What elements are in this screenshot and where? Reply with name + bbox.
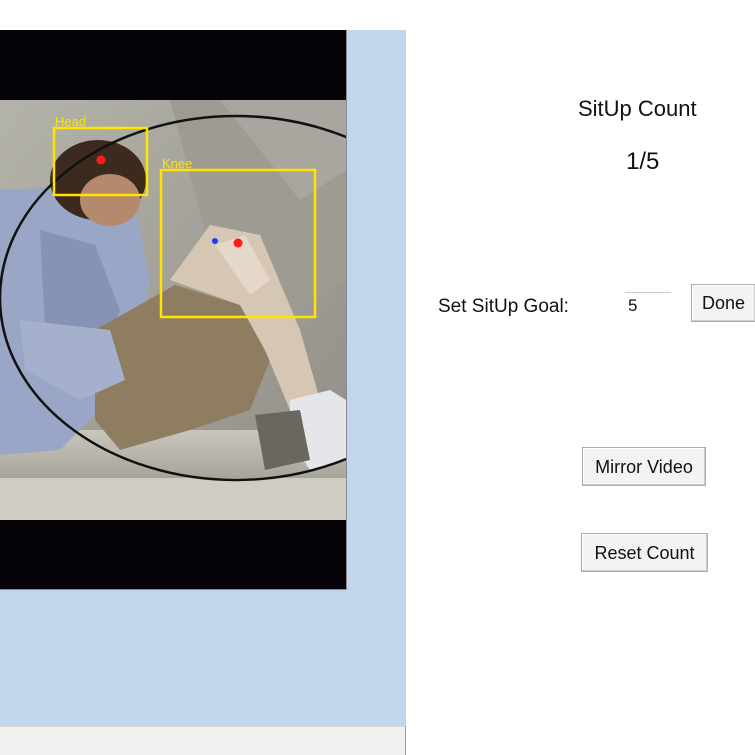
mirror-video-button[interactable]: Mirror Video [582,447,706,486]
top-strip [0,0,755,30]
head-box-label: Head [55,114,86,129]
camera-video-feed: Head Knee [0,30,347,590]
situp-count-title: SitUp Count [578,96,697,121]
goal-label: Set SitUp Goal: [438,296,569,317]
situp-count-value: 1/5 [626,148,660,175]
knee-center-point [212,238,218,244]
done-button[interactable]: Done [691,284,755,322]
goal-input[interactable] [625,292,671,318]
knee-point [233,238,243,248]
knee-box-label: Knee [162,156,192,171]
panel-divider [405,726,406,755]
reset-count-button[interactable]: Reset Count [581,533,708,572]
video-frame-image: Head Knee [0,30,346,589]
status-bar [0,726,406,755]
head-point [96,155,106,165]
situp-counter-window: Head Knee SitUp Count 1/5 Set SitUp Goal… [0,0,755,755]
